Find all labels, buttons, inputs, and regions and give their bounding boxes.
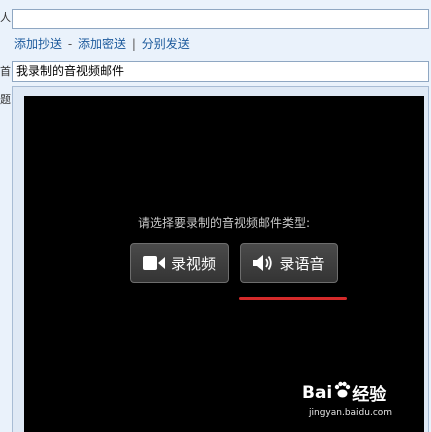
paw-logo-icon (333, 381, 351, 404)
watermark-brand-right: 经验 (352, 385, 387, 405)
to-label-fragment: 人 (0, 11, 11, 24)
highlight-underline (239, 297, 347, 300)
add-cc-link[interactable]: 添加抄送 (14, 37, 62, 51)
watermark-brand-left: Bai (302, 382, 333, 403)
content-label-fragment: 题 (0, 93, 11, 106)
record-video-button[interactable]: 录视频 (130, 243, 229, 283)
record-audio-label: 录语音 (279, 254, 325, 273)
subject-label-fragment: 首 (0, 65, 11, 78)
video-camera-icon (142, 255, 165, 271)
record-audio-button[interactable]: 录语音 (240, 243, 338, 283)
speaker-icon (253, 254, 273, 272)
link-separator: | (131, 37, 136, 51)
left-label-strip: 人 首 题 (0, 0, 11, 432)
record-video-label: 录视频 (170, 254, 216, 273)
send-separately-link[interactable]: 分别发送 (142, 37, 190, 51)
watermark-brand: Bai 经验 (302, 380, 386, 405)
recorder-prompt: 请选择要录制的音视频邮件类型: (137, 216, 311, 230)
subject-input[interactable]: 我录制的音视频邮件 (12, 61, 429, 82)
recipient-options: 添加抄送 - 添加密送 | 分别发送 (14, 36, 190, 52)
watermark-url: jingyan.baidu.com (309, 408, 393, 418)
recipients-input[interactable] (12, 9, 429, 29)
link-separator: - (67, 37, 73, 51)
add-bcc-link[interactable]: 添加密送 (78, 37, 126, 51)
